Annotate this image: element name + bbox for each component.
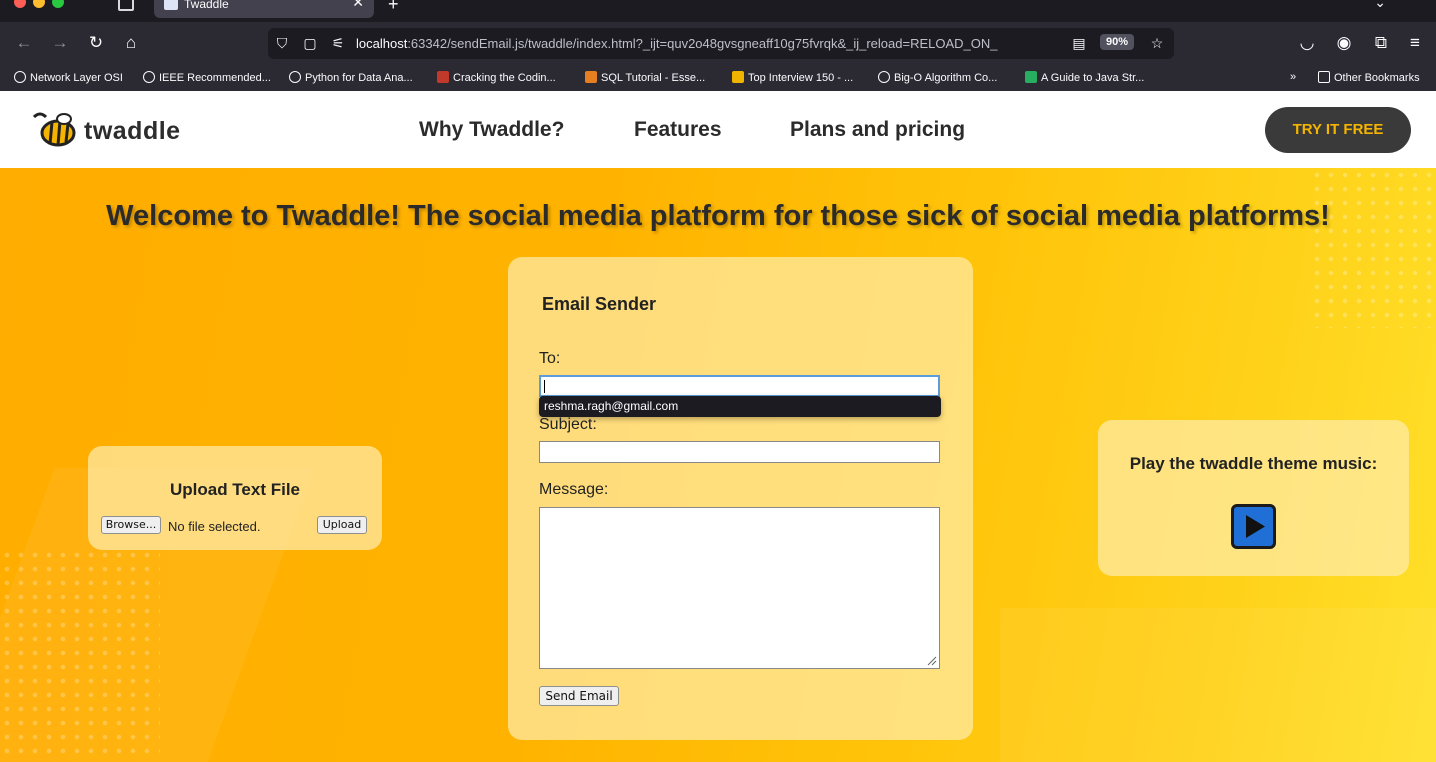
globe-icon bbox=[878, 71, 890, 83]
logo-text: twaddle bbox=[84, 117, 181, 145]
bookmark-label: IEEE Recommended... bbox=[159, 72, 271, 84]
globe-icon bbox=[14, 71, 26, 83]
url-text[interactable]: localhost:63342/sendEmail.js/twaddle/ind… bbox=[356, 36, 1056, 51]
upload-card: Upload Text File Browse... No file selec… bbox=[88, 446, 382, 550]
address-bar[interactable]: ⛉ ▢ ⚟ localhost:63342/sendEmail.js/twadd… bbox=[268, 28, 1174, 59]
tab-list-chevron-icon[interactable]: ⌄ bbox=[1374, 0, 1386, 11]
nav-features[interactable]: Features bbox=[634, 118, 722, 142]
try-it-free-button[interactable]: TRY IT FREE bbox=[1265, 107, 1411, 153]
bookmark-item[interactable]: IEEE Recommended... bbox=[143, 71, 271, 84]
upload-button[interactable]: Upload bbox=[317, 516, 367, 534]
page-icon[interactable]: ▢ bbox=[301, 34, 319, 52]
bookmark-star-icon[interactable]: ☆ bbox=[1148, 34, 1166, 52]
permissions-icon[interactable]: ⚟ bbox=[329, 34, 347, 52]
account-icon[interactable]: ◉ bbox=[1333, 32, 1355, 54]
bee-icon bbox=[32, 112, 76, 147]
bookmark-item[interactable]: A Guide to Java Str... bbox=[1025, 71, 1144, 84]
decorative-dots bbox=[1310, 168, 1436, 328]
reload-icon[interactable]: ↻ bbox=[85, 32, 107, 54]
bookmark-label: Big-O Algorithm Co... bbox=[894, 72, 998, 84]
bookmark-item[interactable]: Cracking the Codin... bbox=[437, 71, 556, 84]
close-tab-icon[interactable]: ✕ bbox=[352, 0, 364, 11]
music-title: Play the twaddle theme music: bbox=[1129, 454, 1378, 473]
url-path: :63342/sendEmail.js/twaddle/index.html?_… bbox=[407, 36, 998, 51]
other-bookmarks-label: Other Bookmarks bbox=[1334, 72, 1420, 84]
globe-icon bbox=[143, 71, 155, 83]
bookmark-label: Network Layer OSI bbox=[30, 72, 123, 84]
twaddle-logo[interactable]: twaddle bbox=[30, 109, 190, 151]
other-bookmarks[interactable]: Other Bookmarks bbox=[1318, 71, 1420, 84]
subject-input[interactable] bbox=[539, 441, 940, 463]
shield-icon[interactable]: ⛉ bbox=[273, 34, 291, 52]
upload-title: Upload Text File bbox=[169, 480, 301, 499]
email-sender-card: Email Sender To: reshma.ragh@gmail.com S… bbox=[508, 257, 973, 740]
bookmark-item[interactable]: Top Interview 150 - ... bbox=[732, 71, 853, 84]
bookmark-item[interactable]: SQL Tutorial - Esse... bbox=[585, 71, 705, 84]
message-textarea[interactable] bbox=[539, 507, 940, 669]
to-label: To: bbox=[539, 350, 561, 367]
dollar-icon bbox=[1025, 71, 1037, 83]
page-headline: Welcome to Twaddle! The social media pla… bbox=[106, 200, 1330, 232]
sql-icon bbox=[585, 71, 597, 83]
autocomplete-suggestion[interactable]: reshma.ragh@gmail.com bbox=[539, 396, 941, 417]
site-header: twaddle Why Twaddle? Features Plans and … bbox=[0, 91, 1436, 168]
browse-button[interactable]: Browse... bbox=[101, 516, 161, 534]
navigation-toolbar: ← → ↻ ⌂ ⛉ ▢ ⚟ localhost:63342/sendEmail.… bbox=[0, 22, 1436, 65]
play-icon bbox=[1246, 515, 1265, 538]
message-label: Message: bbox=[539, 481, 609, 498]
book-icon bbox=[437, 71, 449, 83]
no-file-label: No file selected. bbox=[168, 519, 261, 534]
url-host: localhost bbox=[356, 36, 408, 51]
zoom-level[interactable]: 90% bbox=[1100, 34, 1135, 50]
bookmarks-toolbar: Network Layer OSI IEEE Recommended... Py… bbox=[0, 65, 1436, 91]
pinned-tab-icon[interactable] bbox=[118, 0, 134, 11]
folder-icon bbox=[1318, 71, 1330, 83]
tab-twaddle[interactable]: Twaddle ✕ bbox=[154, 0, 374, 18]
subject-label: Subject: bbox=[539, 416, 597, 433]
resize-grip-icon[interactable] bbox=[927, 656, 937, 666]
email-sender-title: Email Sender bbox=[542, 294, 657, 314]
to-input[interactable] bbox=[539, 375, 940, 397]
leetcode-icon bbox=[732, 71, 744, 83]
decorative-dots bbox=[0, 548, 160, 762]
home-icon[interactable]: ⌂ bbox=[120, 32, 142, 54]
tab-title: Twaddle bbox=[184, 0, 229, 11]
bookmark-item[interactable]: Python for Data Ana... bbox=[289, 71, 413, 84]
reader-view-icon[interactable]: ▤ bbox=[1070, 34, 1088, 52]
send-email-button[interactable]: Send Email bbox=[539, 686, 619, 706]
nav-why-twaddle[interactable]: Why Twaddle? bbox=[419, 118, 564, 142]
bookmark-item[interactable]: Big-O Algorithm Co... bbox=[878, 71, 997, 84]
bookmark-label: Python for Data Ana... bbox=[305, 72, 413, 84]
menu-icon[interactable]: ≡ bbox=[1404, 32, 1426, 54]
decorative-shape bbox=[1000, 608, 1436, 762]
web-page: twaddle Why Twaddle? Features Plans and … bbox=[0, 91, 1436, 762]
new-tab-icon[interactable]: + bbox=[388, 0, 399, 15]
bookmark-label: A Guide to Java Str... bbox=[1041, 72, 1145, 84]
text-caret bbox=[544, 380, 545, 393]
page-favicon-icon bbox=[164, 0, 178, 10]
close-window-button[interactable] bbox=[14, 0, 26, 8]
back-arrow-icon[interactable]: ← bbox=[13, 32, 35, 54]
bookmark-label: Top Interview 150 - ... bbox=[748, 72, 854, 84]
bookmark-label: Cracking the Codin... bbox=[453, 72, 556, 84]
play-button[interactable] bbox=[1231, 504, 1276, 549]
bookmark-label: SQL Tutorial - Esse... bbox=[601, 72, 706, 84]
more-bookmarks-chevron-icon[interactable]: » bbox=[1290, 71, 1296, 83]
music-card: Play the twaddle theme music: bbox=[1098, 420, 1409, 576]
minimize-window-button[interactable] bbox=[33, 0, 45, 8]
nav-plans-pricing[interactable]: Plans and pricing bbox=[790, 118, 965, 142]
zoom-window-button[interactable] bbox=[52, 0, 64, 8]
globe-icon bbox=[289, 71, 301, 83]
tab-strip: Twaddle ✕ + ⌄ bbox=[0, 0, 1436, 22]
forward-arrow-icon[interactable]: → bbox=[49, 32, 71, 54]
bookmark-item[interactable]: Network Layer OSI bbox=[14, 71, 123, 84]
pocket-icon[interactable]: ◡ bbox=[1296, 32, 1318, 54]
hero-section: Welcome to Twaddle! The social media pla… bbox=[0, 168, 1436, 762]
extensions-icon[interactable]: ⧉ bbox=[1370, 32, 1392, 54]
